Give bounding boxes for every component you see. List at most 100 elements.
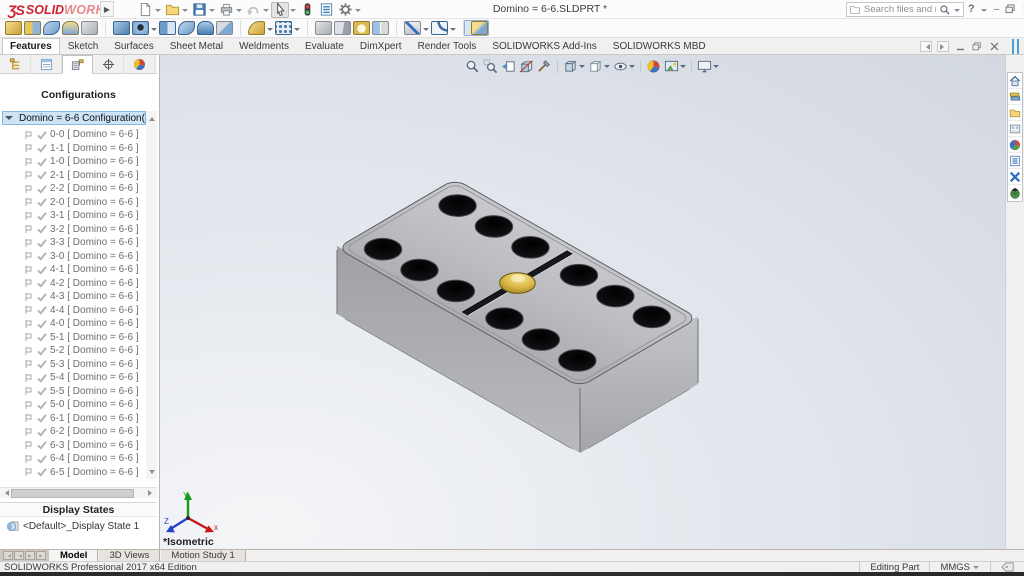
configuration-item[interactable]: 5-4 [ Domino = 6-6 ] bbox=[0, 371, 146, 385]
configuration-item[interactable]: 2-2 [ Domino = 6-6 ] bbox=[0, 182, 146, 196]
configuration-item[interactable]: 6-5 [ Domino = 6-6 ] bbox=[0, 466, 146, 480]
feature-manager-tab[interactable] bbox=[0, 55, 31, 74]
tab-sketch[interactable]: Sketch bbox=[60, 38, 107, 54]
first-tab-button[interactable] bbox=[3, 551, 13, 560]
tab-dimxpert[interactable]: DimXpert bbox=[352, 38, 410, 54]
solidworks-forum-icon[interactable] bbox=[1008, 169, 1022, 185]
save-button[interactable] bbox=[190, 2, 208, 18]
open-button[interactable] bbox=[163, 2, 181, 18]
configuration-item[interactable]: 2-0 [ Domino = 6-6 ] bbox=[0, 196, 146, 210]
configuration-item[interactable]: 5-3 [ Domino = 6-6 ] bbox=[0, 358, 146, 372]
new-button[interactable] bbox=[136, 2, 154, 18]
revolved-cut-button[interactable] bbox=[158, 20, 177, 36]
search-input[interactable] bbox=[864, 4, 936, 15]
configuration-item[interactable]: 6-1 [ Domino = 6-6 ] bbox=[0, 412, 146, 426]
rebuild-button[interactable] bbox=[298, 2, 316, 18]
tab-evaluate[interactable]: Evaluate bbox=[297, 38, 352, 54]
help-button[interactable]: ? bbox=[968, 3, 975, 15]
configuration-item[interactable]: 4-1 [ Domino = 6-6 ] bbox=[0, 263, 146, 277]
tree-vertical-scrollbar[interactable] bbox=[146, 111, 157, 479]
appearances-scenes-icon[interactable] bbox=[1008, 137, 1022, 153]
section-view-button[interactable] bbox=[519, 59, 534, 74]
shell-button[interactable] bbox=[352, 20, 371, 36]
swept-cut-button[interactable] bbox=[177, 20, 196, 36]
view-orientation-button[interactable] bbox=[563, 59, 585, 74]
configuration-item[interactable]: 1-0 [ Domino = 6-6 ] bbox=[0, 155, 146, 169]
lofted-boss-base-button[interactable] bbox=[61, 20, 80, 36]
next-pane-button[interactable] bbox=[937, 41, 949, 52]
next-tab-button[interactable] bbox=[25, 551, 35, 560]
configuration-item[interactable]: 6-3 [ Domino = 6-6 ] bbox=[0, 439, 146, 453]
scroll-up-button[interactable] bbox=[146, 111, 157, 123]
boundary-boss-base-button[interactable] bbox=[80, 20, 99, 36]
search-folder-icon[interactable] bbox=[849, 4, 861, 15]
open-caret[interactable] bbox=[182, 9, 188, 15]
print-button[interactable] bbox=[217, 2, 235, 18]
hole-wizard-button[interactable] bbox=[131, 20, 158, 36]
file-explorer-icon[interactable] bbox=[1008, 105, 1022, 121]
doc-close-button[interactable] bbox=[988, 41, 1000, 52]
instant3d-button[interactable] bbox=[463, 20, 489, 36]
boundary-cut-button[interactable] bbox=[215, 20, 234, 36]
search-caret[interactable] bbox=[954, 9, 960, 15]
rib-button[interactable] bbox=[307, 20, 333, 36]
view-palette-icon[interactable] bbox=[1008, 121, 1022, 137]
hscroll-thumb[interactable] bbox=[11, 489, 134, 498]
configuration-item[interactable]: 5-2 [ Domino = 6-6 ] bbox=[0, 344, 146, 358]
doc-restore-button[interactable] bbox=[971, 41, 983, 52]
tag-icon[interactable] bbox=[990, 562, 1024, 572]
revolved-boss-base-button[interactable] bbox=[23, 20, 42, 36]
tab-weldments[interactable]: Weldments bbox=[231, 38, 297, 54]
new-caret[interactable] bbox=[155, 9, 161, 15]
options-caret[interactable] bbox=[355, 9, 361, 15]
expand-collapse-icon[interactable] bbox=[5, 116, 13, 124]
linear-pattern-button[interactable] bbox=[274, 20, 301, 36]
configuration-item[interactable]: 4-4 [ Domino = 6-6 ] bbox=[0, 304, 146, 318]
solidworks-certification-icon[interactable] bbox=[1008, 185, 1022, 201]
configuration-item[interactable]: 3-1 [ Domino = 6-6 ] bbox=[0, 209, 146, 223]
hide-show-items-button[interactable] bbox=[613, 59, 635, 74]
scroll-left-button[interactable] bbox=[0, 487, 11, 499]
tab-surfaces[interactable]: Surfaces bbox=[106, 38, 161, 54]
configuration-item[interactable]: 5-1 [ Domino = 6-6 ] bbox=[0, 331, 146, 345]
previous-pane-button[interactable] bbox=[920, 41, 932, 52]
property-manager-tab[interactable] bbox=[31, 55, 62, 74]
configuration-item[interactable]: 1-1 [ Domino = 6-6 ] bbox=[0, 142, 146, 156]
configuration-item[interactable]: 0-0 [ Domino = 6-6 ] bbox=[0, 128, 146, 142]
prev-tab-button[interactable] bbox=[14, 551, 24, 560]
zoom-to-fit-button[interactable] bbox=[465, 59, 480, 74]
configurations-root-item[interactable]: Domino = 6-6 Configuration(s) (D bbox=[2, 111, 146, 125]
tab-solidworks-mbd[interactable]: SOLIDWORKS MBD bbox=[605, 38, 714, 54]
tab-sheet-metal[interactable]: Sheet Metal bbox=[162, 38, 231, 54]
print-caret[interactable] bbox=[236, 9, 242, 15]
swept-boss-base-button[interactable] bbox=[42, 20, 61, 36]
view-settings-button[interactable] bbox=[697, 59, 719, 74]
tab-render-tools[interactable]: Render Tools bbox=[410, 38, 485, 54]
apply-scene-button[interactable] bbox=[664, 59, 686, 74]
menu-flyout-button[interactable]: ▶ bbox=[100, 1, 114, 17]
options-button[interactable] bbox=[336, 2, 354, 18]
undo-button[interactable] bbox=[244, 2, 262, 18]
configuration-item[interactable]: 5-0 [ Domino = 6-6 ] bbox=[0, 398, 146, 412]
units-selector[interactable]: MMGS bbox=[929, 562, 990, 572]
file-properties-button[interactable] bbox=[317, 2, 335, 18]
draft-button[interactable] bbox=[333, 20, 352, 36]
display-style-button[interactable] bbox=[588, 59, 610, 74]
extruded-cut-button[interactable] bbox=[105, 20, 131, 36]
configuration-item[interactable]: 6-2 [ Domino = 6-6 ] bbox=[0, 425, 146, 439]
dynamic-annotation-views-button[interactable] bbox=[537, 59, 552, 74]
configuration-item[interactable]: 4-3 [ Domino = 6-6 ] bbox=[0, 290, 146, 304]
last-tab-button[interactable] bbox=[36, 551, 46, 560]
curves-button[interactable] bbox=[430, 20, 457, 36]
configuration-item[interactable]: 3-0 [ Domino = 6-6 ] bbox=[0, 250, 146, 264]
display-state-item[interactable]: <Default>_Display State 1 bbox=[6, 520, 139, 532]
configuration-item[interactable]: 6-4 [ Domino = 6-6 ] bbox=[0, 452, 146, 466]
configuration-item[interactable]: 4-2 [ Domino = 6-6 ] bbox=[0, 277, 146, 291]
doc-tab-model[interactable]: Model bbox=[49, 550, 98, 561]
zoom-to-area-button[interactable] bbox=[483, 59, 498, 74]
select-caret[interactable] bbox=[290, 9, 296, 15]
mirror-button[interactable] bbox=[371, 20, 390, 36]
tree-horizontal-scrollbar[interactable] bbox=[0, 487, 157, 498]
domino-3d-model[interactable] bbox=[160, 55, 1005, 549]
restore-button[interactable] bbox=[1005, 4, 1016, 14]
